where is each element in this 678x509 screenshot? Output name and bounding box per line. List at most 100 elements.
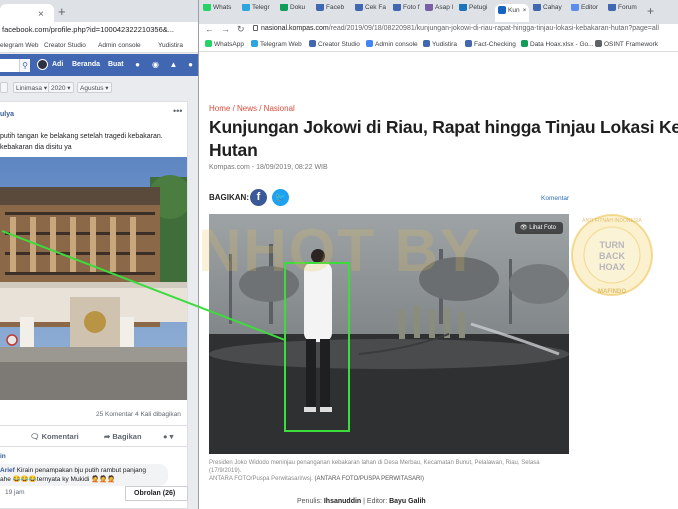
back-icon[interactable]: ← [205, 25, 214, 34]
screenshot: × + facebook.com/profile.php?id=10004232… [0, 0, 678, 509]
bookmark-whatsapp[interactable]: WhatsApp [205, 40, 244, 48]
sheets-icon [521, 40, 528, 48]
bookmark-creator-studio[interactable]: Creator Studio [44, 42, 86, 49]
avatar[interactable] [37, 59, 48, 70]
comment-header[interactable]: in [0, 453, 6, 460]
close-icon[interactable]: × [38, 10, 44, 20]
tab-cek-fakta[interactable]: Cek Fa [355, 4, 391, 22]
share-label: BAGIKAN: [209, 193, 249, 202]
lihat-foto-button[interactable]: 👁 Lihat Foto [515, 222, 563, 234]
bookmark-yudistira[interactable]: Yudistira [423, 40, 457, 48]
filter-year[interactable]: 2020 ▾ [48, 82, 74, 93]
tab-foto[interactable]: Foto f [393, 4, 423, 22]
bookmark-telegram[interactable]: elegram Web [0, 42, 39, 49]
post-counts[interactable]: 25 Komentar 4 Kali dibagikan [96, 411, 181, 418]
right-tab-strip: Whats Telegr Doku Faceb Cek Fa Foto f As… [199, 0, 678, 24]
tab-forum[interactable]: Forum [608, 4, 644, 22]
comment-author[interactable]: Arief [0, 467, 15, 474]
fb-nav-beranda[interactable]: Beranda [72, 61, 100, 68]
comment-button[interactable]: 🗨 Komentari [30, 432, 79, 441]
google-icon [366, 40, 373, 48]
osint-icon [595, 40, 602, 48]
new-tab-button[interactable]: + [647, 5, 654, 17]
mafindo-seal-watermark: TURN BACK HOAX ANTI FITNAH INDONESIA MAF… [571, 214, 653, 296]
filter-linimasa[interactable]: Linimasa ▾ [13, 82, 51, 93]
bookmark-fact-checking[interactable]: Fact-Checking [465, 40, 516, 48]
facebook-icon [316, 4, 324, 11]
bookmark-creator-studio[interactable]: Creator Studio [309, 40, 360, 48]
editor-name[interactable]: Bayu Galih [389, 498, 426, 505]
bookmark-admin-console[interactable]: Admin console [366, 40, 418, 48]
article-headline: Kunjungan Jokowi di Riau, Rapat hingga T… [209, 117, 678, 160]
tab-whatsapp[interactable]: Whats [203, 4, 239, 22]
reload-icon[interactable]: ↻ [237, 25, 245, 34]
comment-bubble: Arief Kirain penampakan bju putih rambut… [0, 464, 168, 486]
komentar-link[interactable]: Komentar [541, 195, 569, 202]
post-text: putih tangan ke belakang setelah tragedi… [0, 133, 163, 151]
bookmark-admin-console[interactable]: Admin console [98, 42, 141, 49]
seal-line-2: BACK [599, 251, 625, 261]
turnbackhoax-watermark-text: NHOT BY [198, 217, 482, 284]
facebook-icon [533, 4, 541, 11]
filter-left-edge[interactable] [0, 82, 8, 93]
asap-icon [425, 4, 433, 11]
more-options-icon[interactable]: ••• [173, 106, 182, 116]
author-line: Penulis: Ihsanuddin | Editor: Bayu Galih [297, 498, 426, 505]
facebook-icon [465, 40, 472, 48]
breadcrumb[interactable]: Home / News / Nasional [209, 104, 295, 113]
new-tab-button[interactable]: + [58, 5, 66, 18]
article-meta: Kompas.com - 18/09/2019, 08:22 WIB [209, 164, 328, 171]
seal-line-3: HOAX [599, 262, 625, 272]
tab-facebook[interactable]: Faceb [316, 4, 352, 22]
post-action-bar [0, 425, 188, 447]
close-icon[interactable]: × [523, 7, 527, 14]
facebook-icon [423, 40, 430, 48]
bookmark-data-hoax[interactable]: Data Hoax.xlsx - Go... [521, 40, 594, 48]
post-author[interactable]: ulya [0, 111, 14, 118]
photo-caption: Presiden Joko Widodo meninjau penanganan… [209, 460, 540, 482]
left-address-bar[interactable]: facebook.com/profile.php?id=100042322210… [0, 22, 198, 39]
tab-kunjungan-active[interactable]: Kun × [495, 4, 529, 22]
seal-line-1: TURN [600, 240, 625, 250]
bookmark-telegram-web[interactable]: Telegram Web [251, 40, 302, 48]
whatsapp-icon [205, 40, 212, 48]
search-icon[interactable]: ⚲ [19, 59, 30, 72]
tab-dokumen[interactable]: Doku [280, 4, 314, 22]
left-active-tab[interactable]: × [0, 4, 54, 22]
filter-month[interactable]: Agustus ▾ [77, 82, 112, 93]
bookmark-yudistira[interactable]: Yudistira [158, 42, 183, 49]
bookmark-osint-framework[interactable]: OSINT Framework [595, 40, 658, 48]
fb-user-name[interactable]: Adi [52, 61, 63, 68]
messenger-icon[interactable]: ◉ [151, 60, 160, 69]
forward-icon[interactable]: → [221, 25, 230, 34]
news-icon [459, 4, 467, 11]
editor-icon [571, 4, 579, 11]
right-address-bar[interactable]: nasional.kompas.com/read/2019/09/18/0822… [253, 25, 678, 37]
fb-nav-buat[interactable]: Buat [108, 61, 124, 68]
left-tab-strip: × + [0, 0, 198, 22]
reaction-selector[interactable]: ● ▾ [163, 432, 173, 441]
lock-icon [253, 25, 258, 31]
share-button[interactable]: ➦ Bagikan [104, 432, 142, 441]
tab-asap[interactable]: Asap l [425, 4, 457, 22]
tab-telegram[interactable]: Telegr [242, 4, 278, 22]
friends-icon[interactable]: ● [133, 60, 142, 69]
telegram-icon [251, 40, 258, 48]
tab-cahaya[interactable]: Cahay [533, 4, 569, 22]
facebook-icon [608, 4, 616, 11]
tab-editor[interactable]: Editor [571, 4, 605, 22]
chat-bar[interactable]: Obrolan (26) [125, 486, 188, 501]
telegram-icon [242, 4, 250, 11]
comment-timestamp[interactable]: 19 jam [5, 489, 25, 496]
post-photo-building[interactable] [0, 157, 187, 400]
facebook-icon [393, 4, 401, 11]
tab-petugas[interactable]: Petugi [459, 4, 495, 22]
twitter-share-button[interactable]: 🐦 [272, 189, 289, 206]
help-icon[interactable]: ● [186, 60, 195, 69]
sheets-icon [280, 4, 288, 11]
seal-ring-bottom: MAFINDO [598, 289, 626, 295]
kompas-icon [498, 6, 506, 14]
author-name[interactable]: Ihsanuddin [324, 498, 361, 505]
facebook-share-button[interactable]: f [250, 189, 267, 206]
notifications-icon[interactable]: ▲ [169, 60, 178, 69]
